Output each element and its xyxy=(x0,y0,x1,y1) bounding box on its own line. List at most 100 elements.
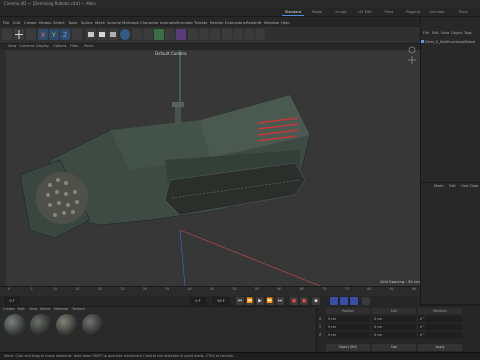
om-menu-edit[interactable]: Edit xyxy=(432,31,439,35)
menu-extensions[interactable]: Extensions xyxy=(225,20,246,25)
menu-edit[interactable]: Edit xyxy=(13,20,20,25)
om-menu-view[interactable]: View xyxy=(441,31,449,35)
z-axis-icon[interactable]: Z xyxy=(60,29,70,40)
scale-key-icon[interactable] xyxy=(350,297,358,305)
move-tool-icon[interactable] xyxy=(14,29,24,40)
viewport-menu-filter[interactable]: Filter xyxy=(70,44,79,48)
mm-menu-create[interactable]: Create xyxy=(3,307,15,311)
undo-icon[interactable] xyxy=(2,29,12,40)
lock-icon[interactable] xyxy=(244,29,254,40)
viewport-menu-panel[interactable]: Panel xyxy=(84,44,93,48)
mm-menu-view[interactable]: View xyxy=(29,307,37,311)
menu-file[interactable]: File xyxy=(3,20,9,25)
mm-menu-select[interactable]: Select xyxy=(40,307,51,311)
mm-menu-edit[interactable]: Edit xyxy=(18,307,25,311)
material-swatch[interactable] xyxy=(30,314,52,336)
cloner-icon[interactable] xyxy=(165,29,175,40)
size-y-field[interactable]: 0 cm xyxy=(372,324,416,330)
object-row[interactable]: Demi_G_MultifunctionalRobot xyxy=(425,40,475,44)
material-swatch[interactable] xyxy=(4,314,26,336)
end-frame-field[interactable]: 90 F xyxy=(212,297,230,305)
position-x-field[interactable]: 0 cm xyxy=(326,316,370,322)
viewport-menu-display[interactable]: Display xyxy=(36,44,49,48)
viewport-menu-view[interactable]: View xyxy=(8,44,16,48)
3d-viewport[interactable] xyxy=(0,50,420,286)
prev-key-icon[interactable]: ⏪ xyxy=(246,297,254,305)
menu-volume[interactable]: Volume xyxy=(107,20,121,25)
material-swatch[interactable] xyxy=(82,314,104,336)
layout-tab-paint[interactable]: Paint xyxy=(378,8,400,16)
rotation-p-field[interactable]: 0 ° xyxy=(418,324,462,330)
layout-tab-animate[interactable]: Animate xyxy=(426,8,448,16)
coordinate-system-icon[interactable] xyxy=(72,29,82,40)
layout-tab-track[interactable]: Track xyxy=(452,8,474,16)
am-menu-edit[interactable]: Edit xyxy=(449,184,456,188)
menu-simulate[interactable]: Simulate xyxy=(176,20,193,25)
menu-help[interactable]: Help xyxy=(281,20,290,25)
play-icon[interactable]: ▶ xyxy=(256,297,264,305)
position-key-icon[interactable] xyxy=(330,297,338,305)
deformer-icon[interactable] xyxy=(176,29,186,40)
am-menu-mode[interactable]: Mode xyxy=(434,184,444,188)
menu-mograph[interactable]: MoGraph xyxy=(122,20,139,25)
menu-modes[interactable]: Modes xyxy=(39,20,51,25)
position-z-field[interactable]: 0 cm xyxy=(326,332,370,338)
mm-menu-texture[interactable]: Texture xyxy=(72,307,85,311)
keyframe-icon[interactable]: ◆ xyxy=(312,297,320,305)
layout-tab-standard[interactable]: Standard xyxy=(282,8,304,16)
viewport-menu-cameras[interactable]: Cameras xyxy=(19,44,35,48)
coord-mode-select[interactable]: Object (Rel) xyxy=(326,344,370,351)
goto-end-icon[interactable]: ⏭ xyxy=(276,297,284,305)
start-frame-field[interactable]: 0 F xyxy=(4,297,20,305)
menu-mesh[interactable]: Mesh xyxy=(95,20,105,25)
environment-icon[interactable] xyxy=(188,29,198,40)
menu-animate[interactable]: Animate xyxy=(160,20,176,25)
layout-tab-sculpt[interactable]: Sculpt xyxy=(330,8,352,16)
current-frame-field[interactable]: 0 F xyxy=(190,297,206,305)
position-y-field[interactable]: 0 cm xyxy=(326,324,370,330)
viewport-menu-options[interactable]: Options xyxy=(53,44,67,48)
menu-tracker[interactable]: Tracker xyxy=(194,20,208,25)
om-menu-object[interactable]: Object xyxy=(451,31,462,35)
grid-snap-icon[interactable] xyxy=(222,29,232,40)
am-menu-user-data[interactable]: User Data xyxy=(461,184,478,188)
om-menu-tags[interactable]: Tags xyxy=(464,31,472,35)
size-mode-select[interactable]: Size xyxy=(372,344,416,351)
menu-select[interactable]: Select xyxy=(53,20,65,25)
rotation-b-field[interactable]: 0 ° xyxy=(418,332,462,338)
cube-object-icon[interactable] xyxy=(120,29,130,40)
menu-window[interactable]: Window xyxy=(264,20,279,25)
subdivision-icon[interactable] xyxy=(143,29,153,40)
menu-create[interactable]: Create xyxy=(24,20,37,25)
next-key-icon[interactable]: ⏩ xyxy=(266,297,274,305)
goto-start-icon[interactable]: ⏮ xyxy=(236,297,244,305)
apply-button[interactable]: Apply xyxy=(418,344,462,351)
pen-tool-icon[interactable] xyxy=(132,29,142,40)
om-menu-file[interactable]: File xyxy=(423,31,429,35)
autokey-icon[interactable]: ● xyxy=(300,297,308,305)
menu-character[interactable]: Character xyxy=(140,20,159,25)
render-settings-icon[interactable] xyxy=(108,29,118,40)
select-tool-icon[interactable] xyxy=(26,29,36,40)
mm-menu-material[interactable]: Material xyxy=(54,307,68,311)
snap-icon[interactable] xyxy=(255,29,265,40)
rotation-key-icon[interactable] xyxy=(340,297,348,305)
menu-render[interactable]: Render xyxy=(210,20,224,25)
menu-redshift[interactable]: Redshift xyxy=(246,20,261,25)
y-axis-icon[interactable]: Y xyxy=(49,29,59,40)
layout-tab-rigging[interactable]: Rigging xyxy=(402,8,424,16)
material-swatch[interactable] xyxy=(56,314,78,336)
workplane-icon[interactable] xyxy=(233,29,243,40)
size-z-field[interactable]: 0 cm xyxy=(372,332,416,338)
camera-label[interactable]: Default Camera xyxy=(155,51,187,56)
size-x-field[interactable]: 0 cm xyxy=(372,316,416,322)
rotation-h-field[interactable]: 0 ° xyxy=(418,316,462,322)
render-view-icon[interactable] xyxy=(86,29,96,40)
layout-tab-uv-edit[interactable]: UV Edit xyxy=(354,8,376,16)
layout-tab-model[interactable]: Model xyxy=(306,8,328,16)
array-icon[interactable] xyxy=(154,29,164,40)
render-active-view-icon[interactable] xyxy=(97,29,107,40)
record-icon[interactable]: ● xyxy=(290,297,298,305)
param-key-icon[interactable] xyxy=(362,297,370,305)
x-axis-icon[interactable]: X xyxy=(38,29,48,40)
